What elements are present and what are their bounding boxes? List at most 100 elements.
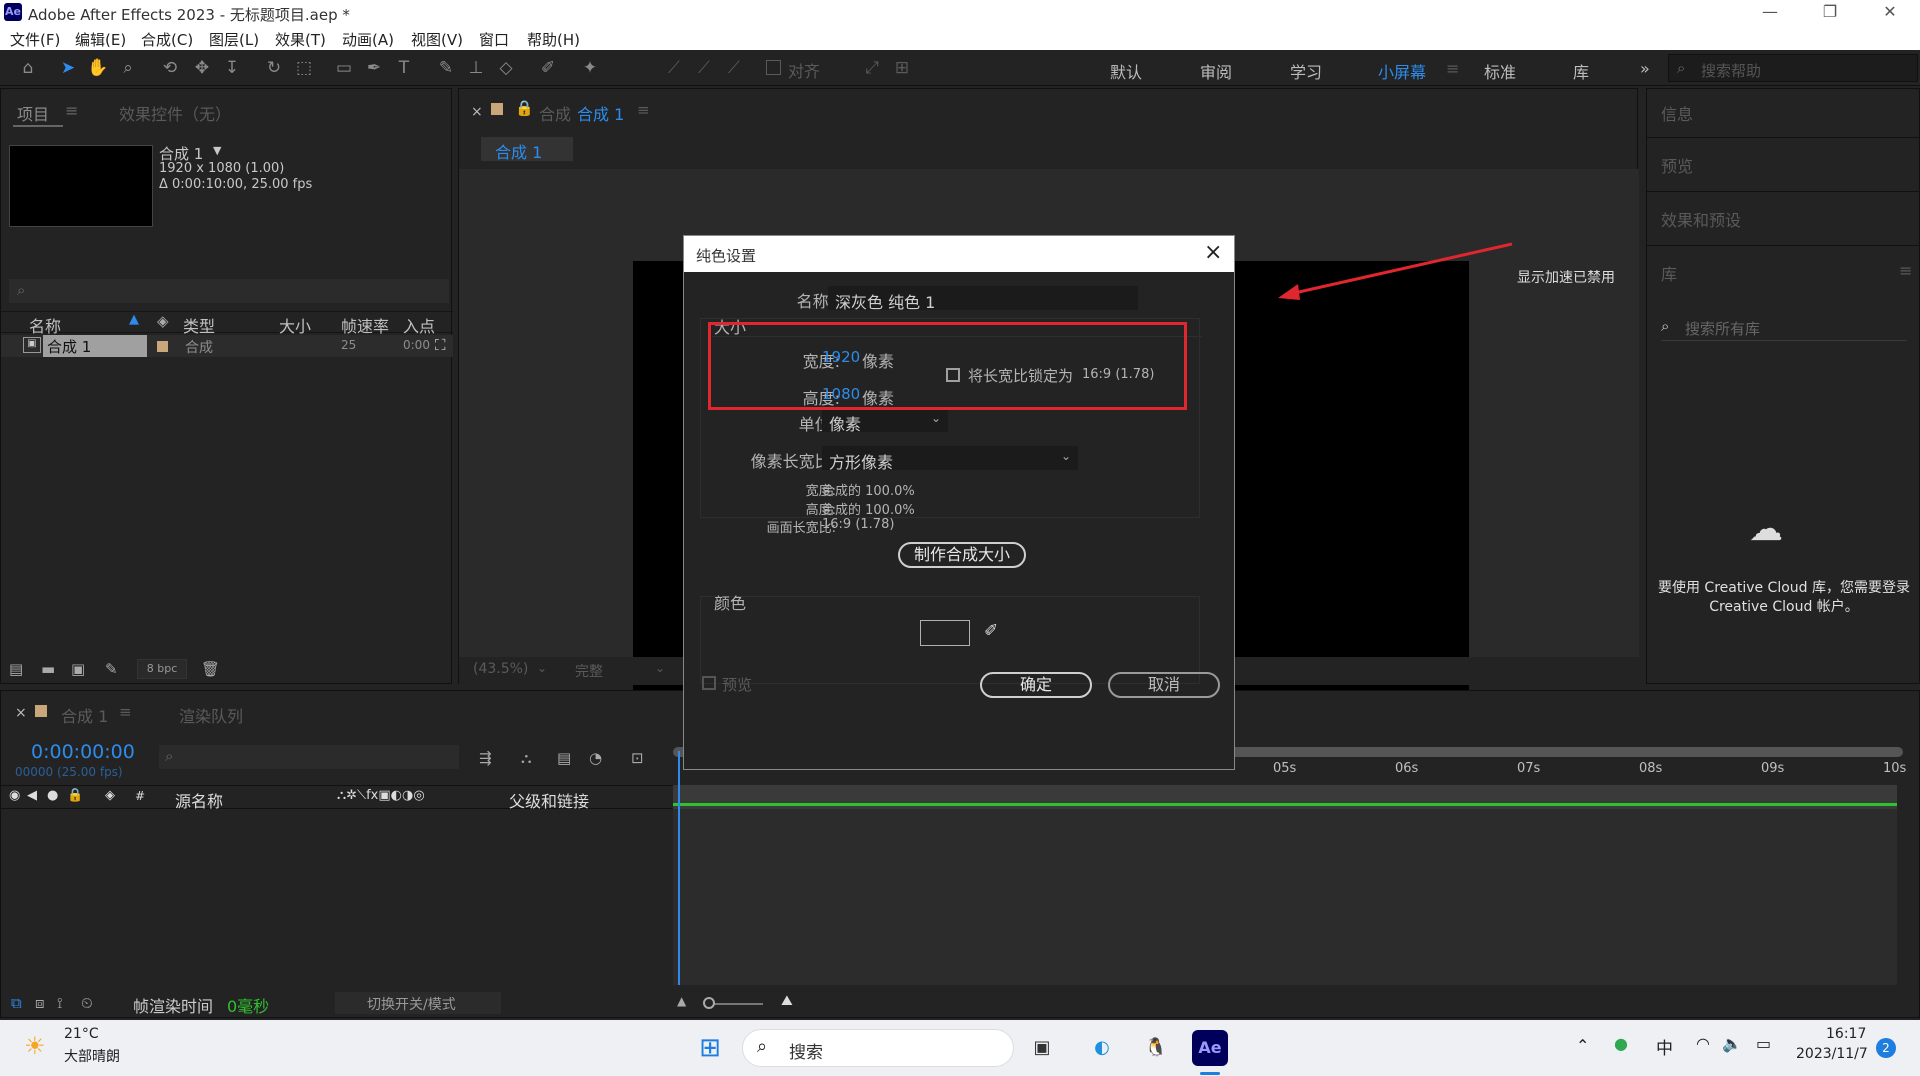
close-tab-icon[interactable]: ×: [15, 705, 27, 721]
column-framerate[interactable]: 帧速率: [341, 313, 389, 337]
weather-icon[interactable]: ☀: [24, 1032, 46, 1060]
workspace-learn[interactable]: 学习: [1290, 59, 1322, 83]
in-out-icon[interactable]: ⟟: [57, 994, 63, 1012]
modes-icon[interactable]: ⧈: [35, 994, 45, 1012]
cancel-button[interactable]: 取消: [1108, 672, 1220, 698]
workspace-standard[interactable]: 标准: [1484, 59, 1516, 83]
minimize-button[interactable]: —: [1740, 0, 1800, 26]
project-settings-icon[interactable]: ✎: [105, 660, 118, 678]
lock-icon[interactable]: 🔒: [515, 99, 534, 117]
close-icon[interactable]: ×: [1204, 240, 1222, 265]
zoom-out-icon[interactable]: ▲: [677, 994, 686, 1008]
solo-icon[interactable]: ●: [47, 788, 58, 803]
ok-button[interactable]: 确定: [980, 672, 1092, 698]
layer-switches-icon[interactable]: ⧉: [11, 994, 22, 1012]
timeline-tab-comp[interactable]: 合成 1: [61, 703, 108, 727]
chevron-down-icon[interactable]: ▼: [213, 144, 221, 157]
axis-view-icon[interactable]: ⟋: [722, 57, 746, 79]
menu-layer[interactable]: 图层(L): [209, 29, 259, 50]
timeline-tab-render-queue[interactable]: 渲染队列: [179, 703, 243, 727]
menu-edit[interactable]: 编辑(E): [75, 29, 126, 50]
bpc-button[interactable]: 8 bpc: [137, 659, 187, 679]
grid-snap-icon[interactable]: ⊞: [890, 57, 914, 79]
restore-button[interactable]: ❐: [1800, 0, 1860, 26]
anchor-tool-icon[interactable]: ⬚: [292, 57, 316, 79]
qq-icon[interactable]: 🐧: [1138, 1030, 1174, 1066]
column-inpoint[interactable]: 入点: [403, 313, 435, 337]
playhead[interactable]: [678, 751, 680, 985]
column-type[interactable]: 类型: [183, 313, 215, 337]
wechat-tray-icon[interactable]: ●: [1614, 1034, 1628, 1053]
panel-preview[interactable]: 预览: [1661, 153, 1693, 177]
panel-info[interactable]: 信息: [1661, 101, 1693, 125]
table-row[interactable]: ▣ 合成 1 合成 25 0:00 ⛶: [1, 335, 453, 357]
color-swatch[interactable]: [920, 620, 970, 646]
windows-start-icon[interactable]: ⊞: [692, 1030, 728, 1066]
axis-local-icon[interactable]: ⟋: [662, 57, 686, 79]
close-button[interactable]: ✕: [1860, 0, 1920, 26]
rectangle-tool-icon[interactable]: ▭: [332, 57, 356, 79]
trash-icon[interactable]: 🗑: [201, 660, 220, 678]
work-area-range[interactable]: [673, 803, 1897, 806]
libraries-menu-icon[interactable]: ≡: [1899, 261, 1912, 280]
zoom-slider[interactable]: [707, 1003, 763, 1005]
zoom-in-icon[interactable]: ⛰: [781, 993, 793, 1009]
chevron-up-icon[interactable]: ⌃: [1576, 1036, 1589, 1055]
selection-tool-icon[interactable]: ➤: [56, 57, 80, 79]
flowchart-icon[interactable]: ⛶: [435, 336, 446, 354]
breadcrumb[interactable]: 合成 1: [481, 137, 573, 162]
name-field[interactable]: 深灰色 纯色 1: [828, 286, 1138, 312]
interpret-footage-icon[interactable]: ▤: [9, 660, 23, 678]
shy-icon[interactable]: ⛬: [521, 749, 532, 767]
chevron-right-icon[interactable]: »: [1640, 59, 1650, 78]
comp-tab-name[interactable]: 合成 1: [577, 101, 624, 125]
column-source-name[interactable]: 源名称: [175, 788, 223, 812]
zoom-slider-thumb[interactable]: [703, 997, 715, 1009]
align-checkbox[interactable]: [766, 60, 781, 75]
menu-animation[interactable]: 动画(A): [342, 29, 394, 50]
text-tool-icon[interactable]: T: [392, 57, 416, 79]
eraser-tool-icon[interactable]: ◇: [494, 57, 518, 79]
lock-icon[interactable]: 🔒: [67, 788, 83, 803]
pen-tool-icon[interactable]: ✒: [362, 57, 386, 79]
render-time-icon[interactable]: ⏲: [81, 994, 93, 1012]
preview-checkbox[interactable]: [702, 676, 716, 690]
hand-tool-icon[interactable]: ✋: [86, 57, 110, 79]
sort-ascending-icon[interactable]: ▲: [129, 312, 139, 327]
eyedropper-icon[interactable]: ✐: [984, 621, 998, 641]
comp-flowchart-icon[interactable]: ⇶: [479, 749, 492, 767]
zoom-dropdown[interactable]: (43.5%): [473, 661, 528, 677]
clock-date[interactable]: 2023/11/7: [1796, 1046, 1868, 1062]
zoom-tool-icon[interactable]: ⌕: [116, 57, 140, 79]
after-effects-taskbar-icon[interactable]: Ae: [1192, 1030, 1228, 1066]
menu-window[interactable]: 窗口: [479, 29, 509, 50]
audio-icon[interactable]: ◀: [27, 788, 37, 803]
tab-menu-icon[interactable]: ≡: [637, 101, 650, 119]
resolution-dropdown[interactable]: 完整: [575, 661, 603, 681]
pixel-aspect-dropdown[interactable]: 方形像素 ⌄: [822, 446, 1078, 472]
wifi-icon[interactable]: ◠: [1696, 1034, 1710, 1053]
pan-tool-icon[interactable]: ✥: [190, 57, 214, 79]
close-tab-icon[interactable]: ×: [471, 104, 483, 120]
make-comp-size-button[interactable]: 制作合成大小: [898, 542, 1026, 568]
input-method-indicator[interactable]: 中: [1656, 1034, 1673, 1059]
column-parent-link[interactable]: 父级和链接: [509, 788, 589, 812]
menu-view[interactable]: 视图(V): [411, 29, 463, 50]
project-search-input[interactable]: ⌕: [9, 279, 449, 303]
label-color-swatch[interactable]: [157, 341, 168, 352]
workspace-libraries[interactable]: 库: [1573, 59, 1589, 83]
graph-editor-icon[interactable]: ⊡: [631, 749, 644, 767]
roto-brush-icon[interactable]: ✐: [536, 57, 560, 79]
motion-blur-icon[interactable]: ◔: [589, 749, 602, 767]
tab-menu-icon[interactable]: ≡: [119, 703, 132, 721]
rotate-tool-icon[interactable]: ↻: [262, 57, 286, 79]
menu-composition[interactable]: 合成(C): [141, 29, 193, 50]
label-tag-icon[interactable]: ◈: [105, 788, 115, 803]
menu-help[interactable]: 帮助(H): [527, 29, 580, 50]
tab-effect-controls[interactable]: 效果控件（无）: [119, 101, 231, 125]
dolly-tool-icon[interactable]: ↧: [220, 57, 244, 79]
menu-file[interactable]: 文件(F): [10, 29, 60, 50]
tab-project-menu-icon[interactable]: ≡: [65, 101, 78, 120]
volume-icon[interactable]: 🔈: [1722, 1034, 1742, 1053]
visibility-icon[interactable]: ◉: [9, 788, 20, 803]
